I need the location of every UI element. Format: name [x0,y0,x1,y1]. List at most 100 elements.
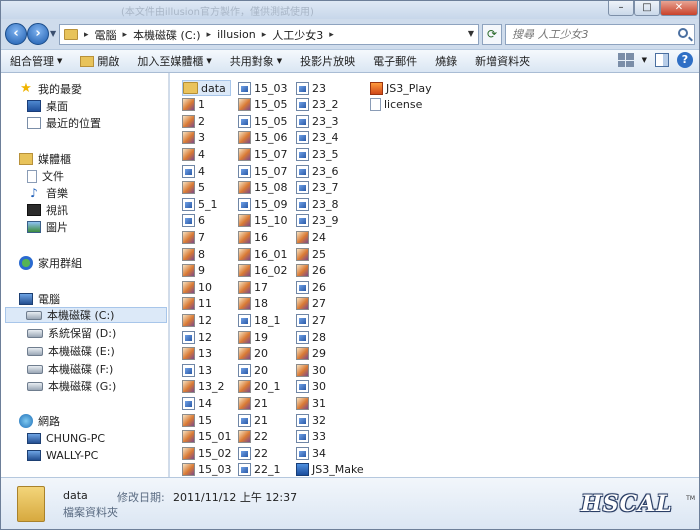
open-button[interactable]: 開啟 [71,50,128,72]
new-folder-button[interactable]: 新增資料夾 [466,50,539,72]
file-item[interactable]: 23_4 [296,130,343,146]
file-item[interactable]: 30 [296,379,330,395]
file-item[interactable]: 21 [238,412,272,428]
file-item[interactable]: 26 [296,279,330,295]
file-item[interactable]: 7 [182,229,209,245]
file-item[interactable]: 16 [238,229,272,245]
file-item[interactable]: 17 [238,279,272,295]
file-item[interactable]: 33 [296,429,330,445]
file-item[interactable]: 15_08 [238,180,292,196]
file-item[interactable]: 18 [238,296,272,312]
file-item[interactable]: 21 [238,395,272,411]
file-item[interactable]: 15 [182,412,216,428]
file-item[interactable]: 10 [182,279,216,295]
breadcrumb-drive-c[interactable]: 本機磁碟 (C:) [133,27,200,43]
file-item[interactable]: 4 [182,146,209,162]
minimize-button[interactable]: – [608,1,634,16]
title-bar[interactable]: (本文件由illusion官方製作，僅供測試使用) – □ ✕ [1,1,699,19]
file-item[interactable]: 27 [296,296,330,312]
nav-documents[interactable]: 文件 [27,168,64,184]
file-item[interactable]: 15_03 [182,462,236,478]
search-input[interactable] [506,25,666,44]
file-item[interactable]: 23_5 [296,146,343,162]
nav-videos[interactable]: 視訊 [27,202,68,218]
address-dropdown-icon[interactable]: ▼ [468,29,474,38]
file-item[interactable]: 18_1 [238,312,285,328]
nav-drive-g[interactable]: 本機磁碟 (G:) [27,378,116,394]
file-item[interactable]: 31 [296,395,330,411]
chevron-down-icon[interactable]: ▼ [642,56,647,64]
file-item[interactable]: data [182,80,231,96]
file-item[interactable]: 27 [296,312,330,328]
chevron-right-icon[interactable]: ▸ [207,30,212,40]
file-item[interactable]: 23_6 [296,163,343,179]
file-item[interactable]: 28 [296,329,330,345]
file-item[interactable]: 14 [182,395,216,411]
nav-network[interactable]: 網路 [19,413,60,429]
file-item[interactable]: license [370,97,426,113]
chevron-right-icon[interactable]: ▸ [329,30,334,40]
file-item[interactable]: 23_9 [296,213,343,229]
organize-menu[interactable]: 組合管理 ▼ [1,50,71,72]
file-item[interactable]: 15_05 [238,97,292,113]
back-button[interactable]: ‹ [5,23,27,45]
nav-network-pc-wally[interactable]: WALLY-PC [27,447,98,463]
file-item[interactable]: 13_2 [182,379,229,395]
breadcrumb-illusion[interactable]: illusion [217,28,256,41]
file-item[interactable]: 5 [182,180,209,196]
file-item[interactable]: 24 [296,229,330,245]
nav-libraries[interactable]: 媒體櫃 [19,151,71,167]
file-item[interactable]: 34 [296,445,330,461]
change-view-icon[interactable] [617,53,634,67]
burn-button[interactable]: 燒錄 [426,50,466,72]
file-item[interactable]: 8 [182,246,209,262]
file-item[interactable]: 22 [238,445,272,461]
slideshow-button[interactable]: 投影片放映 [291,50,364,72]
share-menu[interactable]: 共用對象 ▼ [221,50,291,72]
chevron-right-icon[interactable]: ▸ [123,30,128,40]
file-item[interactable]: 2 [182,113,209,129]
file-item[interactable]: 23_8 [296,196,343,212]
file-item[interactable]: 32 [296,412,330,428]
file-item[interactable]: 15_07 [238,163,292,179]
file-item[interactable]: 22 [238,429,272,445]
nav-homegroup[interactable]: 家用群組 [19,255,82,271]
nav-favorites[interactable]: ★ 我的最愛 [19,81,82,97]
file-item[interactable]: 23 [296,80,330,96]
file-item[interactable]: 22_1 [238,462,285,478]
file-item[interactable]: 13 [182,362,216,378]
chevron-right-icon[interactable]: ▸ [84,30,89,40]
file-item[interactable]: 16_01 [238,246,292,262]
chevron-right-icon[interactable]: ▸ [262,30,267,40]
help-icon[interactable]: ? [677,52,693,68]
nav-computer[interactable]: 電腦 [19,291,60,307]
email-button[interactable]: 電子郵件 [364,50,426,72]
search-box[interactable] [505,24,695,45]
nav-drive-d[interactable]: 系統保留 (D:) [27,325,116,341]
file-item[interactable]: 30 [296,362,330,378]
nav-recent[interactable]: 最近的位置 [27,115,101,131]
file-item[interactable]: 23_3 [296,113,343,129]
file-item[interactable]: 15_07 [238,146,292,162]
forward-button[interactable]: › [27,23,49,45]
nav-drive-f[interactable]: 本機磁碟 (F:) [27,361,113,377]
nav-drive-c[interactable]: 本機磁碟 (C:) [5,307,167,323]
address-bar[interactable]: ▸ 電腦 ▸ 本機磁碟 (C:) ▸ illusion ▸ 人工少女3 ▸ ▼ [59,24,479,45]
file-item[interactable]: 3 [182,130,209,146]
file-item[interactable]: 15_06 [238,130,292,146]
preview-pane-icon[interactable] [655,53,669,67]
file-item[interactable]: 23_7 [296,180,343,196]
file-item[interactable]: 15_10 [238,213,292,229]
file-item[interactable]: JS3_Make [296,462,368,478]
file-item[interactable]: 29 [296,346,330,362]
file-list[interactable]: data 1 2 3 4 4 5 5_1 6 7 8 9 10 11 12 12 13 13 13_2 14 15 15_… [170,73,699,477]
nav-music[interactable]: ♪ 音樂 [27,185,68,201]
file-item[interactable]: 9 [182,263,209,279]
file-item[interactable]: 6 [182,213,209,229]
nav-pictures[interactable]: 圖片 [27,219,68,235]
file-item[interactable]: 12 [182,329,216,345]
refresh-button[interactable]: ⟳ [482,24,502,45]
file-item[interactable]: 20 [238,346,272,362]
nav-desktop[interactable]: 桌面 [27,98,68,114]
maximize-button[interactable]: □ [634,1,660,16]
